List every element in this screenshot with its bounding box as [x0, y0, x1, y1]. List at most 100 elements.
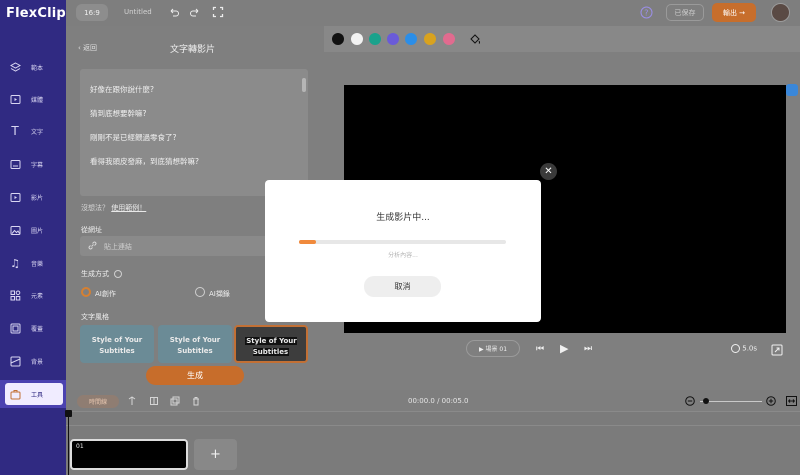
time-code: 00:00.0 / 00:05.0	[408, 397, 469, 405]
panel-title: 文字轉影片	[170, 45, 216, 55]
color-swatch-black[interactable]	[332, 33, 344, 45]
timeline-ruler[interactable]	[66, 412, 800, 426]
duplicate-icon[interactable]	[170, 396, 182, 408]
svg-text:?: ?	[644, 8, 648, 17]
play-icon[interactable]: ▶	[560, 342, 568, 355]
url-input[interactable]: 貼上連結	[80, 236, 270, 256]
zoom-in-icon[interactable]	[766, 396, 776, 406]
next-icon[interactable]: ⏭	[584, 344, 592, 354]
script-scrollbar[interactable]	[302, 78, 306, 92]
help-icon[interactable]: ?	[640, 6, 653, 19]
url-placeholder: 貼上連結	[104, 243, 132, 251]
generate-button[interactable]: 生成	[146, 366, 244, 385]
sidebar-item-overlay[interactable]: 覆蓋	[0, 314, 66, 342]
sidebar-item-label: 背景	[31, 358, 44, 366]
avatar[interactable]	[771, 3, 790, 22]
color-swatch-blue[interactable]	[405, 33, 417, 45]
chevron-left-icon: ‹	[78, 44, 81, 52]
undo-icon[interactable]	[168, 6, 180, 18]
sidebar-item-music[interactable]: ♫ 音樂	[0, 249, 66, 277]
script-line: 猜到底想要幹嘛?	[90, 109, 147, 118]
progress-bar	[299, 240, 506, 244]
split-icon[interactable]	[127, 396, 139, 408]
cancel-button[interactable]: 取消	[364, 276, 441, 297]
sidebar-item-text[interactable]: T 文字	[0, 117, 66, 145]
sidebar-item-label: 影片	[31, 194, 44, 202]
sidebar-item-background[interactable]: 背景	[0, 347, 66, 375]
method-label-text: 生成方式	[81, 270, 109, 278]
previous-icon[interactable]: ⏮	[536, 344, 544, 354]
sidebar-item-label: 字幕	[31, 161, 44, 169]
sample-text: 沒想法？	[81, 204, 109, 212]
duration-text: 5.0s	[742, 344, 758, 353]
crop-icon[interactable]	[149, 396, 161, 408]
info-icon[interactable]	[114, 270, 123, 278]
color-swatch-white[interactable]	[351, 33, 363, 45]
sidebar-item-media[interactable]: 媒體	[0, 85, 66, 113]
color-swatch-purple[interactable]	[387, 33, 399, 45]
chat-icon[interactable]	[786, 84, 798, 96]
subtitle-icon	[9, 158, 21, 170]
fit-width-icon[interactable]	[786, 396, 797, 406]
sidebar-item-video[interactable]: 影片	[0, 183, 66, 211]
sidebar-item-label: 媒體	[31, 96, 44, 104]
sidebar-item-label: 音樂	[31, 260, 44, 268]
sidebar-item-subtitle[interactable]: 字幕	[0, 150, 66, 178]
background-icon	[9, 355, 21, 367]
sidebar-item-label: 圖片	[31, 227, 44, 235]
export-button[interactable]: 輸出 →	[712, 3, 756, 22]
add-clip-button[interactable]: +	[194, 439, 237, 470]
sidebar-item-tools[interactable]: 工具	[0, 380, 66, 408]
style-card[interactable]: Style of Your Subtitles	[158, 325, 232, 363]
radio-ai-extract[interactable]	[195, 287, 205, 297]
color-swatch-pink[interactable]	[443, 33, 455, 45]
fullscreen-icon[interactable]	[212, 6, 224, 18]
text-icon: T	[11, 124, 19, 138]
paint-bucket-icon[interactable]	[469, 33, 481, 45]
style-card[interactable]: Style of Your Subtitles	[80, 325, 154, 363]
playhead[interactable]	[68, 412, 69, 475]
sidebar-item-label: 工具	[31, 391, 44, 399]
color-swatch-yellow[interactable]	[424, 33, 436, 45]
sidebar-item-elements[interactable]: 元素	[0, 281, 66, 309]
sidebar-item-label: 範本	[31, 64, 44, 72]
sidebar-item-image[interactable]: 圖片	[0, 216, 66, 244]
aspect-ratio-button[interactable]: 16:9	[76, 4, 108, 21]
progress-status: 分析內容...	[388, 252, 418, 259]
timeline-toggle-button[interactable]: 時間線	[77, 395, 119, 408]
project-title[interactable]: Untitled	[124, 8, 152, 16]
redo-icon[interactable]	[189, 6, 201, 18]
progress-fill	[299, 240, 316, 244]
app-logo: FlexClip	[6, 6, 66, 21]
link-icon	[88, 241, 97, 252]
back-label: 返回	[83, 44, 98, 52]
url-label: 從網址	[81, 226, 102, 234]
image-icon	[9, 224, 21, 236]
timeline-clip[interactable]: 01	[70, 439, 188, 470]
sample-prompt: 沒想法？ 使用範例！	[81, 203, 146, 213]
zoom-slider-handle[interactable]	[703, 398, 709, 404]
zoom-out-icon[interactable]	[685, 396, 695, 406]
use-sample-link[interactable]: 使用範例！	[111, 204, 146, 212]
sidebar-item-template[interactable]: 範本	[0, 53, 66, 81]
template-icon	[9, 61, 21, 73]
radio-ai-extract-label: AI擷錄	[209, 290, 230, 298]
sidebar-item-label: 元素	[31, 292, 44, 300]
radio-ai-create[interactable]	[81, 287, 91, 297]
style-card-selected[interactable]: Style of Your Subtitles	[234, 325, 308, 363]
delete-icon[interactable]	[191, 396, 203, 408]
zoom-slider[interactable]	[700, 401, 762, 402]
close-icon[interactable]: ✕	[540, 163, 557, 180]
sidebar: FlexClip 範本 媒體 T 文字 字幕 影片 圖片 ♫ 音樂 元素 覆蓋 …	[0, 0, 66, 475]
style-label: 文字風格	[81, 313, 109, 321]
modal-title: 生成影片中...	[376, 213, 430, 223]
back-button[interactable]: ‹ 返回	[78, 43, 97, 53]
style-card-text: Style of Your Subtitles	[245, 337, 297, 356]
clock-icon	[731, 344, 740, 353]
expand-icon[interactable]	[771, 344, 783, 356]
tools-icon	[9, 388, 21, 400]
scene-play-button[interactable]: ▶ 場景 01	[466, 340, 520, 357]
color-swatch-teal[interactable]	[369, 33, 381, 45]
saved-status: 已保存	[666, 4, 704, 21]
media-icon	[9, 93, 21, 105]
